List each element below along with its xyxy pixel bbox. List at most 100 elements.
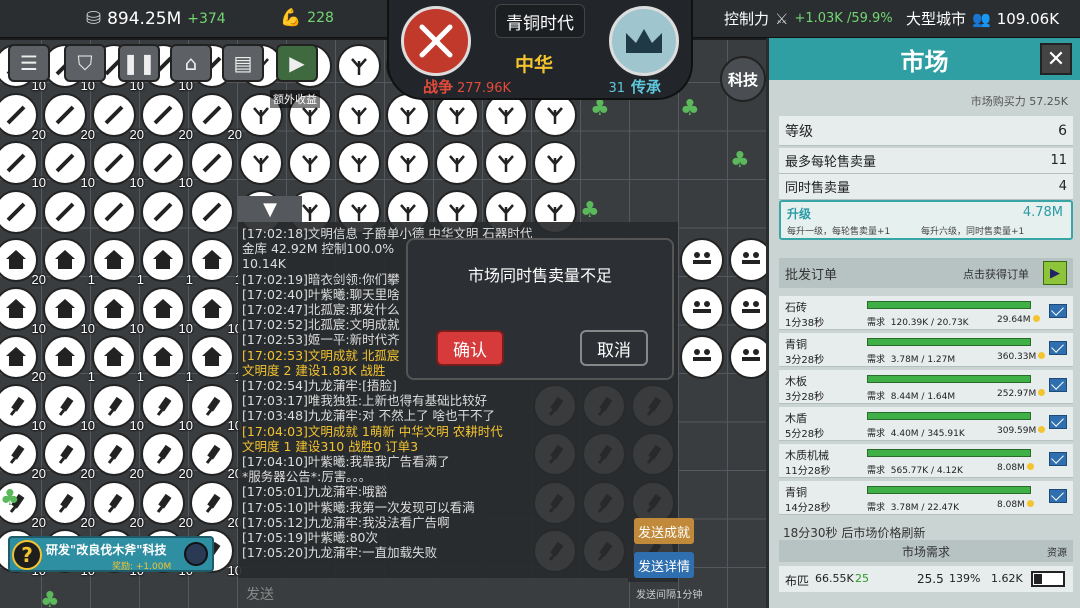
pause-button[interactable]: ❚❚ bbox=[118, 44, 160, 82]
heritage-button[interactable] bbox=[609, 6, 679, 76]
people-tile[interactable] bbox=[680, 286, 724, 331]
leaf-tile[interactable] bbox=[386, 141, 430, 185]
knife-tile[interactable]: 10 bbox=[0, 383, 46, 432]
knife-tile[interactable]: 10 bbox=[43, 383, 95, 432]
saw-tile[interactable]: 20 bbox=[141, 92, 193, 141]
knife-tile[interactable]: 20 bbox=[43, 432, 95, 480]
knife-tile[interactable]: 20 bbox=[43, 480, 95, 529]
bulk-order-row[interactable]: 石砖 1分38秒 需求 120.39K / 20.73K 29.64M bbox=[779, 296, 1073, 330]
saw-tile[interactable]: 10 bbox=[141, 141, 193, 189]
knife-tile[interactable]: 20 bbox=[190, 480, 242, 529]
market-demand-header: 市场需求 资源 bbox=[779, 540, 1073, 562]
knife-tile[interactable]: 10 bbox=[141, 383, 193, 432]
tile-count: 20 bbox=[129, 514, 144, 530]
saw-tile[interactable]: 20 bbox=[0, 92, 46, 141]
house-tile[interactable]: 1 bbox=[43, 335, 95, 383]
house-tile[interactable]: 10 bbox=[43, 286, 95, 335]
home-button[interactable]: ⌂ bbox=[170, 44, 212, 82]
order-name: 青铜 bbox=[785, 338, 807, 351]
saw-tile[interactable]: 10 bbox=[0, 141, 46, 189]
saw-tile[interactable] bbox=[141, 189, 185, 234]
knife-tile[interactable]: 20 bbox=[141, 432, 193, 480]
order-demand: 需求 120.39K / 20.73K bbox=[867, 318, 969, 328]
people-tile[interactable] bbox=[680, 335, 724, 379]
cancel-button[interactable]: 取消 bbox=[580, 330, 648, 366]
house-tile[interactable]: 1 bbox=[141, 335, 193, 383]
upgrade-button[interactable]: 升级 4.78M 每升一级，每轮售卖量+1 每升六级，同时售卖量+1 bbox=[779, 200, 1073, 240]
house-tile[interactable]: 1 bbox=[190, 335, 242, 383]
send-detail-button[interactable]: 发送详情 bbox=[634, 552, 694, 578]
mail-icon[interactable] bbox=[1049, 341, 1067, 355]
mail-icon[interactable] bbox=[1049, 304, 1067, 318]
house-tile[interactable]: 10 bbox=[141, 286, 193, 335]
mail-icon[interactable] bbox=[1049, 452, 1067, 466]
demand-label: 需求 bbox=[867, 466, 886, 476]
mail-icon[interactable] bbox=[1049, 415, 1067, 429]
order-reward: 360.33M bbox=[997, 352, 1046, 362]
leaf-tile[interactable] bbox=[484, 141, 528, 185]
banner-button[interactable]: ⛉ bbox=[64, 44, 106, 82]
saw-tile[interactable] bbox=[190, 141, 234, 185]
saw-tile[interactable]: 10 bbox=[43, 141, 95, 189]
collapse-chat-button[interactable]: ▼ bbox=[238, 196, 302, 222]
bulk-order-row[interactable]: 木板 3分28秒 需求 8.44M / 1.64M 252.97M bbox=[779, 370, 1073, 404]
tech-button[interactable]: 科技 bbox=[720, 56, 766, 102]
mail-icon[interactable] bbox=[1049, 489, 1067, 503]
house-tile[interactable]: 10 bbox=[190, 286, 242, 335]
saw-tile[interactable] bbox=[190, 189, 234, 234]
knife-tile[interactable]: 20 bbox=[141, 480, 193, 529]
leaf-tile[interactable] bbox=[288, 141, 332, 185]
people-tile[interactable] bbox=[680, 238, 724, 282]
mail-icon[interactable] bbox=[1049, 378, 1067, 392]
leaf-tile[interactable] bbox=[337, 44, 381, 88]
house-tile[interactable]: 20 bbox=[0, 335, 46, 383]
leaf-tile[interactable] bbox=[239, 141, 283, 185]
house-tile[interactable]: 1 bbox=[190, 238, 242, 286]
bulk-order-row[interactable]: 木盾 5分28秒 需求 4.40M / 345.91K 309.59M bbox=[779, 407, 1073, 441]
saw-tile[interactable]: 10 bbox=[92, 141, 144, 189]
confirm-button[interactable]: 确认 bbox=[436, 330, 504, 366]
saw-tile[interactable]: 20 bbox=[190, 92, 242, 141]
video-ad-button[interactable]: ▶ bbox=[276, 44, 318, 82]
chat-input[interactable]: 发送 bbox=[238, 578, 628, 608]
knife-tile[interactable]: 20 bbox=[92, 432, 144, 480]
order-time: 3分28秒 bbox=[785, 392, 825, 403]
order-name: 木质机械 bbox=[785, 449, 829, 462]
knife-tile[interactable]: 10 bbox=[190, 383, 242, 432]
tile-count: 10 bbox=[80, 417, 95, 433]
bulk-order-row[interactable]: 木质机械 11分28秒 需求 565.77K / 4.12K 8.08M bbox=[779, 444, 1073, 478]
research-banner[interactable]: ? 研发"改良伐木斧"科技 奖励: +1.00M bbox=[8, 536, 214, 572]
house-tile[interactable]: 10 bbox=[92, 286, 144, 335]
saw-tile[interactable]: 20 bbox=[92, 92, 144, 141]
leaf-tile[interactable] bbox=[435, 141, 479, 185]
saw-tile[interactable]: 20 bbox=[43, 92, 95, 141]
war-button[interactable] bbox=[401, 6, 471, 76]
order-need: 3.78M bbox=[890, 503, 919, 513]
house-tile[interactable]: 1 bbox=[43, 238, 95, 286]
house-tile[interactable]: 10 bbox=[0, 286, 46, 335]
leaf-tile[interactable] bbox=[337, 141, 381, 185]
menu-button[interactable]: ☰ bbox=[8, 44, 50, 82]
get-order-play-icon[interactable]: ▶ bbox=[1043, 261, 1067, 285]
bulk-order-row[interactable]: 青铜 14分28秒 需求 3.78M / 22.47K 8.08M bbox=[779, 481, 1073, 515]
book-button[interactable]: ▤ bbox=[222, 44, 264, 82]
bulk-order-row[interactable]: 青铜 3分28秒 需求 3.78M / 1.27M 360.33M bbox=[779, 333, 1073, 367]
knife-tile[interactable]: 20 bbox=[92, 480, 144, 529]
leaf-tile[interactable] bbox=[337, 92, 381, 137]
knife-tile[interactable]: 20 bbox=[190, 432, 242, 480]
close-button[interactable]: ✕ bbox=[1040, 43, 1072, 75]
saw-tile[interactable] bbox=[92, 189, 136, 234]
tile-count: 10 bbox=[80, 175, 95, 190]
knife-tile[interactable]: 20 bbox=[0, 432, 46, 480]
saw-tile[interactable] bbox=[43, 189, 87, 234]
question-icon[interactable]: ? bbox=[12, 540, 42, 570]
send-achievement-button[interactable]: 发送成就 bbox=[634, 518, 694, 544]
house-tile[interactable]: 1 bbox=[141, 238, 193, 286]
saw-tile[interactable] bbox=[0, 189, 38, 234]
leaf-tile[interactable] bbox=[533, 141, 577, 185]
house-tile[interactable]: 1 bbox=[92, 238, 144, 286]
knife-tile[interactable]: 10 bbox=[92, 383, 144, 432]
house-tile[interactable]: 1 bbox=[92, 335, 144, 383]
house-tile[interactable]: 20 bbox=[0, 238, 46, 286]
demand-row[interactable]: 布匹 66.55K 25 25.5 139% 1.62K bbox=[779, 566, 1073, 592]
